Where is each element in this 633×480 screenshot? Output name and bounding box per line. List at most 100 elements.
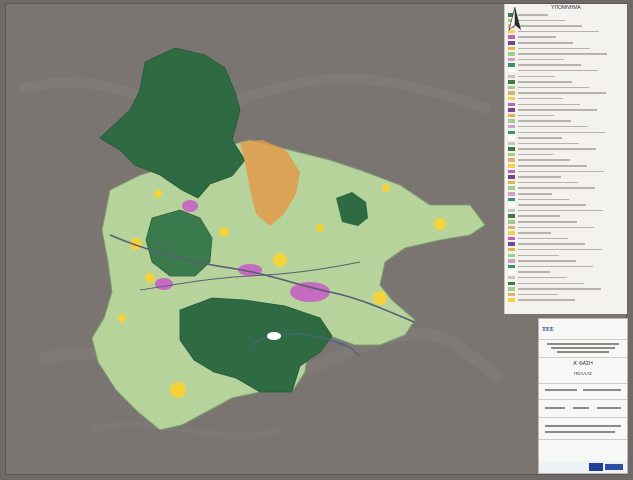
legend-text xyxy=(518,299,575,301)
settlement-icon[interactable] xyxy=(219,227,229,237)
legend-text xyxy=(518,30,599,33)
legend-swatch xyxy=(508,80,515,84)
legend-text xyxy=(518,142,579,145)
legend-text xyxy=(518,47,590,50)
legend-swatch xyxy=(508,264,515,269)
north-arrow-icon xyxy=(508,6,521,31)
legend-text xyxy=(518,198,569,201)
emblem-icon xyxy=(605,464,623,470)
legend-text xyxy=(518,254,559,257)
legend-swatch xyxy=(508,164,515,168)
legend-swatch xyxy=(508,197,515,202)
settlement-icon[interactable] xyxy=(118,314,126,322)
legend-text xyxy=(518,232,551,234)
settlement-icon[interactable] xyxy=(145,273,155,283)
legend-swatch xyxy=(508,108,515,112)
eu-strip xyxy=(539,461,627,473)
legend-text xyxy=(518,125,588,128)
legend-text xyxy=(518,131,605,134)
legend-text xyxy=(518,25,582,27)
settlement-icon[interactable] xyxy=(316,224,324,232)
legend-text xyxy=(518,53,607,55)
legend-swatch xyxy=(508,281,515,286)
legend-swatch xyxy=(508,46,515,51)
legend-swatch xyxy=(508,91,515,95)
legend-row xyxy=(505,297,627,303)
legend-text xyxy=(518,187,595,189)
legend-text xyxy=(518,204,586,206)
legend-text xyxy=(518,176,561,178)
legend-swatch xyxy=(508,102,515,107)
legend-text xyxy=(518,103,580,106)
legend-swatch xyxy=(508,208,515,213)
legend-text xyxy=(518,148,596,150)
legend-swatch xyxy=(508,247,515,252)
legend-swatch xyxy=(508,275,515,280)
eu-flag-icon xyxy=(589,463,603,471)
legend-swatch xyxy=(508,180,515,185)
phase-label: Α' ΦΑΣΗ xyxy=(573,361,593,367)
legend-swatch xyxy=(508,231,515,235)
region-label: ΠΕΛΛΑΣ xyxy=(573,371,593,376)
lake-icon[interactable] xyxy=(267,332,281,340)
legend-swatch xyxy=(508,259,515,263)
legend-text xyxy=(518,120,571,122)
legend-swatch xyxy=(508,192,515,196)
legend-text xyxy=(518,92,606,94)
legend-swatch xyxy=(508,119,515,123)
legend-text xyxy=(518,64,581,66)
legend-swatch xyxy=(508,57,515,62)
legend-swatch xyxy=(508,141,515,146)
legend-text xyxy=(518,215,560,217)
settlement-icon[interactable] xyxy=(373,291,387,305)
legend-swatch xyxy=(508,270,515,274)
legend-text xyxy=(518,42,573,44)
legend-swatch xyxy=(508,124,515,129)
legend-text xyxy=(518,114,554,117)
legend-swatch xyxy=(508,152,515,157)
settlement-icon[interactable] xyxy=(273,253,287,267)
legend-text xyxy=(518,209,603,212)
legend-text xyxy=(518,170,604,173)
legend-swatch xyxy=(508,52,515,56)
legend-swatch xyxy=(508,186,515,190)
legend-text xyxy=(518,159,570,161)
settlement-icon[interactable] xyxy=(382,184,390,192)
legend-text xyxy=(518,221,577,223)
legend-swatch xyxy=(508,253,515,258)
legend-text xyxy=(518,165,587,167)
legend-swatch xyxy=(508,298,515,302)
legend-text xyxy=(518,153,553,156)
legend-text xyxy=(518,81,572,83)
legend-swatch xyxy=(508,158,515,162)
industrial-zone[interactable] xyxy=(182,200,198,212)
legend-swatch xyxy=(508,169,515,174)
legend-swatch xyxy=(508,287,515,291)
legend-text xyxy=(518,248,602,251)
legend-text xyxy=(518,193,552,195)
legend-text xyxy=(518,181,578,184)
legend-swatch xyxy=(508,35,515,39)
legend-swatch xyxy=(508,113,515,118)
legend-text xyxy=(518,293,558,296)
legend-text xyxy=(518,58,564,61)
legend-text xyxy=(518,19,565,22)
legend-swatch xyxy=(508,68,515,73)
legend-swatch xyxy=(508,85,515,90)
industrial-zone[interactable] xyxy=(290,282,330,302)
legend-text xyxy=(518,243,585,245)
settlement-icon[interactable] xyxy=(154,190,162,198)
legend-swatch xyxy=(508,130,515,135)
legend-text xyxy=(518,226,594,229)
legend-panel: ΥΠΟΜΝΗΜΑ xyxy=(504,4,627,314)
industrial-zone[interactable] xyxy=(155,278,173,290)
legend-swatch xyxy=(508,136,515,140)
legend-swatch xyxy=(508,236,515,241)
title-block: ΤΕΕ Α' ΦΑΣΗ ΠΕΛΛΑΣ xyxy=(538,318,628,474)
legend-text xyxy=(518,271,550,273)
legend-text xyxy=(518,265,593,268)
legend-swatch xyxy=(508,63,515,67)
settlement-icon[interactable] xyxy=(434,218,446,230)
legend-swatch xyxy=(508,74,515,79)
settlement-icon[interactable] xyxy=(170,382,186,398)
